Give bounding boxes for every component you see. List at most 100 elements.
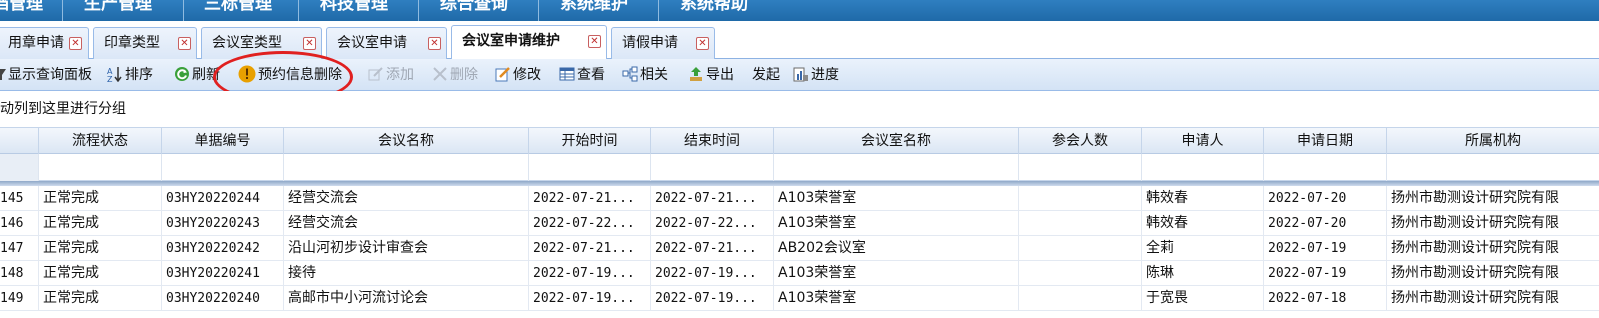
export-button[interactable]: 导出 — [688, 65, 734, 85]
filter-row — [0, 154, 1599, 181]
button-label: 相关 — [640, 67, 668, 83]
filter-input[interactable] — [39, 154, 162, 181]
group-by-panel[interactable]: 拖动列到这里进行分组 — [0, 91, 1599, 128]
row-number: 145 — [0, 186, 39, 211]
related-button[interactable]: 相关 — [622, 65, 668, 85]
close-icon[interactable]: ✕ — [588, 35, 601, 48]
menu-archive[interactable]: 档管理 — [0, 0, 43, 21]
button-label: 修改 — [513, 67, 541, 83]
menu-separator — [418, 0, 419, 21]
cell-organization: 扬州市勘测设计研究院有限 — [1391, 265, 1559, 281]
sort-icon: AZ — [107, 67, 122, 82]
table-row[interactable]: 145 正常完成 03HY20220244 经营交流会 2022-07-21..… — [0, 186, 1599, 211]
filter-input[interactable] — [1019, 154, 1142, 181]
cell-organization: 扬州市勘测设计研究院有限 — [1391, 190, 1559, 206]
filter-input[interactable] — [1264, 154, 1387, 181]
cell-room-name: A103荣誉室 — [774, 211, 1019, 236]
column-header-meeting-name[interactable]: 会议名称 — [284, 128, 529, 154]
cell-status: 正常完成 — [39, 261, 162, 286]
column-header-applicant[interactable]: 申请人 — [1142, 128, 1264, 154]
cell-apply-date: 2022-07-19 — [1264, 261, 1387, 286]
show-query-panel-button[interactable]: 显示查询面板 — [0, 65, 92, 85]
menu-query[interactable]: 综合查询 — [440, 0, 508, 21]
progress-button[interactable]: 进度 — [793, 65, 839, 85]
grid-header: 流程状态 单据编号 会议名称 开始时间 结束时间 会议室名称 参会人数 申请人 … — [0, 128, 1599, 154]
export-icon — [690, 67, 702, 81]
cell-applicant: 韩效春 — [1142, 211, 1264, 236]
filter-input[interactable] — [284, 154, 529, 181]
tab-seal-application[interactable]: 用章申请 ✕ — [0, 27, 89, 59]
tab-room-application-maintenance[interactable]: 会议室申请维护 ✕ — [451, 25, 607, 60]
modify-button[interactable]: 修改 — [495, 65, 541, 85]
table-row[interactable]: 149 正常完成 03HY20220240 高邮市中小河流讨论会 2022-07… — [0, 286, 1599, 311]
delete-button[interactable]: 删除 — [432, 65, 478, 85]
column-header-end-time[interactable]: 结束时间 — [651, 128, 774, 154]
tab-label: 印章类型 — [104, 35, 160, 51]
tab-room-type[interactable]: 会议室类型 ✕ — [201, 27, 322, 59]
warning-icon — [238, 65, 256, 83]
sort-button[interactable]: A Z 排序 — [107, 65, 153, 85]
close-icon[interactable]: ✕ — [69, 37, 82, 50]
column-header-start-time[interactable]: 开始时间 — [529, 128, 651, 154]
view-button[interactable]: 查看 — [559, 65, 605, 85]
initiate-button[interactable]: 发起 — [752, 65, 780, 85]
column-header-status[interactable]: 流程状态 — [39, 128, 162, 154]
button-label: 导出 — [706, 67, 734, 83]
cell-meeting-name: 接待 — [284, 261, 529, 286]
close-icon[interactable]: ✕ — [696, 37, 709, 50]
edit-icon — [495, 67, 510, 82]
cell-start-time: 2022-07-19... — [529, 261, 651, 286]
filter-input[interactable] — [162, 154, 284, 181]
table-row[interactable]: 147 正常完成 03HY20220242 沿山河初步设计审查会 2022-07… — [0, 236, 1599, 261]
table-row[interactable]: 148 正常完成 03HY20220241 接待 2022-07-19... 2… — [0, 261, 1599, 286]
add-button[interactable]: 添加 — [368, 65, 414, 85]
column-header-code[interactable]: 单据编号 — [162, 128, 284, 154]
cell-status: 正常完成 — [39, 286, 162, 311]
group-by-hint: 拖动列到这里进行分组 — [0, 101, 126, 117]
close-icon[interactable]: ✕ — [428, 37, 441, 50]
filter-input[interactable] — [774, 154, 1019, 181]
cell-organization: 扬州市勘测设计研究院有限 — [1391, 290, 1559, 306]
button-label: 显示查询面板 — [8, 67, 92, 83]
tab-room-application[interactable]: 会议室申请 ✕ — [326, 27, 447, 59]
refresh-button[interactable]: 刷新 — [174, 65, 220, 85]
column-header-apply-date[interactable]: 申请日期 — [1264, 128, 1387, 154]
table-row[interactable]: 146 正常完成 03HY20220243 经营交流会 2022-07-22..… — [0, 211, 1599, 236]
tab-label: 用章申请 — [8, 35, 64, 51]
cell-end-time: 2022-07-19... — [651, 261, 774, 286]
menu-three-standards[interactable]: 三标管理 — [204, 0, 272, 21]
filter-input[interactable] — [529, 154, 651, 181]
cell-applicant: 韩效春 — [1142, 186, 1264, 211]
close-icon[interactable]: ✕ — [303, 37, 316, 50]
cell-code: 03HY20220242 — [162, 236, 284, 261]
filter-input[interactable] — [1142, 154, 1264, 181]
delete-x-icon — [433, 67, 447, 81]
cell-room-name: A103荣誉室 — [774, 286, 1019, 311]
filter-input[interactable] — [651, 154, 774, 181]
cell-meeting-name: 沿山河初步设计审查会 — [284, 236, 529, 261]
menu-help[interactable]: 系统帮助 — [680, 0, 748, 21]
filter-input[interactable] — [1387, 154, 1599, 181]
menu-maintenance[interactable]: 系统维护 — [560, 0, 628, 21]
row-number: 146 — [0, 211, 39, 236]
cell-apply-date: 2022-07-20 — [1264, 211, 1387, 236]
close-icon[interactable]: ✕ — [178, 37, 191, 50]
column-header-organization[interactable]: 所属机构 — [1387, 128, 1599, 154]
funnel-icon — [0, 69, 6, 80]
cell-meeting-name: 经营交流会 — [284, 186, 529, 211]
column-header-attendees[interactable]: 参会人数 — [1019, 128, 1142, 154]
menu-separator — [62, 0, 63, 21]
tab-leave-application[interactable]: 请假申请 ✕ — [611, 27, 715, 59]
delete-reservation-button[interactable]: 预约信息删除 — [238, 65, 342, 85]
cell-status: 正常完成 — [39, 236, 162, 261]
cell-organization: 扬州市勘测设计研究院有限 — [1391, 240, 1559, 256]
tab-label: 会议室申请维护 — [462, 33, 560, 49]
menu-production[interactable]: 生产管理 — [84, 0, 152, 21]
cell-apply-date: 2022-07-19 — [1264, 236, 1387, 261]
cell-code: 03HY20220240 — [162, 286, 284, 311]
column-header-room-name[interactable]: 会议室名称 — [774, 128, 1019, 154]
cell-apply-date: 2022-07-18 — [1264, 286, 1387, 311]
menu-technology[interactable]: 科技管理 — [320, 0, 388, 21]
tab-seal-type[interactable]: 印章类型 ✕ — [93, 27, 197, 59]
menu-separator — [658, 0, 659, 21]
